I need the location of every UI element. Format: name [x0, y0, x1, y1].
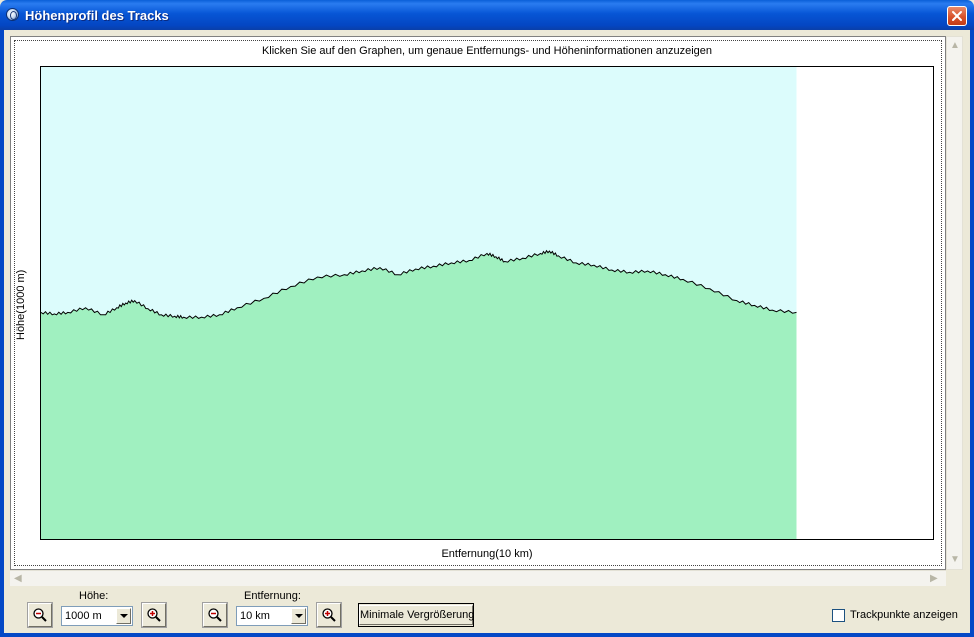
minimum-zoom-button[interactable]: Minimale Vergrößerung: [358, 603, 474, 627]
distance-zoom-out-button[interactable]: [202, 602, 228, 628]
height-select[interactable]: 1000 m: [61, 606, 133, 626]
close-icon: [952, 11, 962, 21]
vertical-scrollbar[interactable]: ▲ ▼: [946, 36, 963, 570]
height-zoom-in-button[interactable]: [141, 602, 167, 628]
zoom-in-icon: [322, 608, 336, 622]
distance-select[interactable]: 10 km: [236, 606, 308, 626]
window-frame-right: [970, 30, 974, 637]
distance-select-value: 10 km: [240, 610, 270, 622]
height-zoom-out-button[interactable]: [27, 602, 53, 628]
trackpoints-checkbox[interactable]: [832, 609, 845, 622]
title-bar[interactable]: Höhenprofil des Tracks: [0, 0, 974, 30]
distance-zoom-in-button[interactable]: [316, 602, 342, 628]
distance-label: Entfernung:: [244, 590, 301, 602]
window-frame-left: [0, 30, 4, 637]
trackpoints-label[interactable]: Trackpunkte anzeigen: [850, 609, 958, 621]
height-select-value: 1000 m: [65, 610, 102, 622]
horizontal-scrollbar[interactable]: ◀ ▶: [10, 570, 946, 586]
x-axis-label: Entfernung(10 km): [441, 548, 533, 560]
scroll-down-arrow-icon[interactable]: ▼: [950, 555, 960, 565]
y-axis-label: Höhe(1000 m): [15, 269, 27, 340]
zoom-out-icon: [208, 608, 222, 622]
elevation-plot[interactable]: [40, 66, 934, 540]
scroll-left-arrow-icon[interactable]: ◀: [14, 574, 22, 584]
zoom-in-icon: [147, 608, 161, 622]
window-title: Höhenprofil des Tracks: [25, 8, 169, 23]
zoom-out-icon: [33, 608, 47, 622]
chevron-down-icon[interactable]: [116, 608, 131, 624]
window-frame-bottom: [0, 633, 974, 637]
graph-instruction: Klicken Sie auf den Graphen, um genaue E…: [261, 45, 713, 57]
height-label: Höhe:: [79, 590, 109, 602]
close-button[interactable]: [947, 6, 967, 26]
chevron-down-icon[interactable]: [291, 608, 306, 624]
scroll-right-arrow-icon[interactable]: ▶: [930, 574, 938, 584]
minimum-zoom-label: Minimale Vergrößerung: [359, 605, 474, 625]
elevation-chart[interactable]: [41, 67, 933, 539]
globe-icon: [6, 8, 19, 21]
